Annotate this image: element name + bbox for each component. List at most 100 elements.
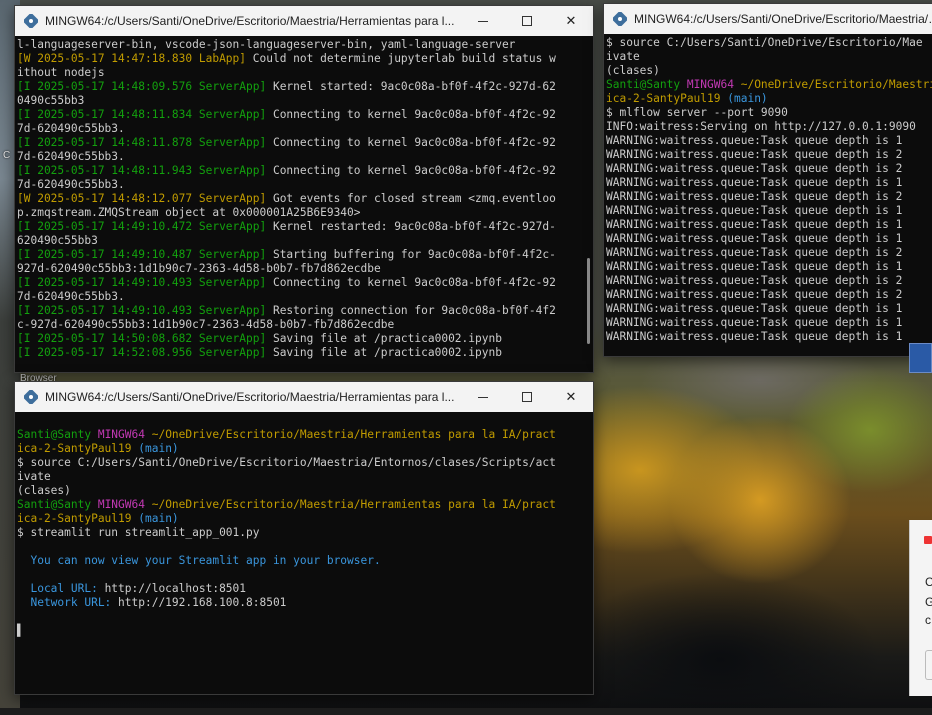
terminal-text-segment: Santi@Santy	[17, 428, 92, 441]
scrollbar[interactable]	[587, 258, 590, 344]
terminal-line: You can now view your Streamlit app in y…	[17, 554, 589, 568]
terminal-text-segment: l-languageserver-bin, vscode-json-langua…	[17, 38, 516, 51]
terminal-text-segment: Kernel started: 9ac0c08a-bf0f-4f2c-927d-…	[266, 80, 556, 93]
minimize-icon[interactable]	[461, 382, 505, 412]
notification-text-1: C	[925, 575, 932, 589]
terminal-line: c-927d-620490c55bb3:1d1b90c7-2363-4d58-b…	[17, 318, 589, 332]
notification-panel-fragment[interactable]: C G c	[909, 520, 932, 696]
notification-button-fragment[interactable]	[925, 650, 932, 680]
terminal-line: [I 2025-05-17 14:48:09.576 ServerApp] Ke…	[17, 80, 589, 94]
terminal-text-segment: Saving file at /practica0002.ipynb	[266, 332, 502, 345]
terminal-text-segment: WARNING:waitress.queue:Task queue depth …	[606, 260, 903, 273]
terminal-text-segment: Restoring connection for 9ac0c08a-bf0f-4…	[266, 304, 556, 317]
terminal-text-segment: (main)	[720, 92, 768, 105]
terminal-text-segment: Local URL:	[17, 582, 98, 595]
terminal-line: ica-2-SantyPaul19 (main)	[17, 512, 589, 526]
terminal-line: 0490c55bb3	[17, 94, 589, 108]
terminal-text-segment: [I 2025-05-17 14:50:08.682 ServerApp]	[17, 332, 267, 345]
terminal-text-segment: c-927d-620490c55bb3:1d1b90c7-2363-4d58-b…	[17, 318, 395, 331]
terminal-window-streamlit[interactable]: MINGW64:/c/Users/Santi/OneDrive/Escritor…	[14, 381, 594, 695]
terminal-text-segment: http://localhost:8501	[97, 582, 247, 595]
terminal-text-segment: WARNING:waitress.queue:Task queue depth …	[606, 218, 903, 231]
terminal-line: WARNING:waitress.queue:Task queue depth …	[606, 190, 932, 204]
terminal-text-segment: Connecting to kernel 9ac0c08a-bf0f-4f2c-…	[266, 136, 556, 149]
terminal-text-segment: Saving file at /practica0002.ipynb	[266, 346, 502, 359]
terminal-window-jupyter[interactable]: MINGW64:/c/Users/Santi/OneDrive/Escritor…	[14, 5, 594, 373]
terminal-line: ivate	[17, 470, 589, 484]
terminal-text-segment: WARNING:waitress.queue:Task queue depth …	[606, 190, 903, 203]
terminal-text-segment: Got events for closed stream <zmq.eventl…	[266, 192, 556, 205]
terminal-line: WARNING:waitress.queue:Task queue depth …	[606, 162, 932, 176]
terminal-text-segment: (main)	[131, 442, 179, 455]
close-icon[interactable]: ✕	[549, 6, 593, 36]
terminal-text-segment: WARNING:waitress.queue:Task queue depth …	[606, 162, 903, 175]
window-titlebar[interactable]: MINGW64:/c/Users/Santi/OneDrive/Escritor…	[15, 382, 593, 412]
terminal-line: [I 2025-05-17 14:49:10.493 ServerApp] Co…	[17, 276, 589, 290]
terminal-text-segment: ~/OneDrive/Escritorio/Maestria/Herramien…	[144, 498, 556, 511]
terminal-text-segment: You can now view your Streamlit app in y…	[17, 554, 381, 567]
terminal-line: Network URL: http://192.168.100.8:8501	[17, 596, 589, 610]
terminal-text-segment: ▌	[17, 624, 24, 637]
terminal-line: [I 2025-05-17 14:49:10.493 ServerApp] Re…	[17, 304, 589, 318]
terminal-text-segment: MINGW64	[91, 428, 145, 441]
terminal-line: 7d-620490c55bb3.	[17, 122, 589, 136]
terminal-line: Local URL: http://localhost:8501	[17, 582, 589, 596]
notification-text-2: G	[925, 595, 932, 609]
terminal-output[interactable]: Santi@Santy MINGW64 ~/OneDrive/Escritori…	[15, 412, 593, 694]
terminal-line: WARNING:waitress.queue:Task queue depth …	[606, 288, 932, 302]
terminal-line: $ source C:/Users/Santi/OneDrive/Escrito…	[17, 456, 589, 470]
git-bash-icon	[612, 11, 628, 27]
terminal-line: (clases)	[17, 484, 589, 498]
terminal-line: p.zmqstream.ZMQStream object at 0x000001…	[17, 206, 589, 220]
terminal-text-segment: [W 2025-05-17 14:47:18.830 LabApp]	[17, 52, 247, 65]
terminal-line: $ streamlit run streamlit_app_001.py	[17, 526, 589, 540]
terminal-line: Santi@Santy MINGW64 ~/OneDrive/Escritori…	[17, 498, 589, 512]
terminal-text-segment: WARNING:waitress.queue:Task queue depth …	[606, 204, 903, 217]
terminal-line: [I 2025-05-17 14:49:10.487 ServerApp] St…	[17, 248, 589, 262]
terminal-text-segment: [I 2025-05-17 14:49:10.493 ServerApp]	[17, 276, 267, 289]
terminal-text-segment: ica-2-SantyPaul19	[606, 92, 721, 105]
minimize-icon[interactable]	[461, 6, 505, 36]
terminal-text-segment: WARNING:waitress.queue:Task queue depth …	[606, 176, 903, 189]
terminal-line: ica-2-SantyPaul19 (main)	[17, 442, 589, 456]
terminal-text-segment: ivate	[17, 470, 51, 483]
terminal-line: ithout nodejs	[17, 66, 589, 80]
close-icon[interactable]: ✕	[549, 382, 593, 412]
window-titlebar[interactable]: MINGW64:/c/Users/Santi/OneDrive/Escritor…	[15, 6, 593, 36]
terminal-text-segment: MINGW64	[91, 498, 145, 511]
terminal-line: ▌	[17, 624, 589, 638]
terminal-line: 7d-620490c55bb3.	[17, 150, 589, 164]
terminal-text-segment: WARNING:waitress.queue:Task queue depth …	[606, 246, 903, 259]
terminal-text-segment: ithout nodejs	[17, 66, 105, 79]
window-titlebar[interactable]: MINGW64:/c/Users/Santi/OneDrive/Escritor…	[604, 4, 932, 34]
side-window-fragment[interactable]	[909, 343, 932, 373]
terminal-text-segment: [I 2025-05-17 14:49:10.472 ServerApp]	[17, 220, 267, 233]
terminal-line: WARNING:waitress.queue:Task queue depth …	[606, 316, 932, 330]
terminal-output[interactable]: l-languageserver-bin, vscode-json-langua…	[15, 36, 593, 372]
terminal-text-segment: WARNING:waitress.queue:Task queue depth …	[606, 232, 903, 245]
terminal-line: (clases)	[606, 64, 932, 78]
terminal-line: [W 2025-05-17 14:47:18.830 LabApp] Could…	[17, 52, 589, 66]
terminal-line: 7d-620490c55bb3.	[17, 290, 589, 304]
taskbar-edge	[0, 708, 932, 715]
terminal-text-segment: $ source C:/Users/Santi/OneDrive/Escrito…	[17, 456, 556, 469]
terminal-text-segment: ~/OneDrive/Escritorio/Maestria/Herramien…	[144, 428, 556, 441]
terminal-output[interactable]: $ source C:/Users/Santi/OneDrive/Escrito…	[604, 34, 932, 356]
terminal-text-segment: [W 2025-05-17 14:48:12.077 ServerApp]	[17, 192, 267, 205]
terminal-text-segment: (clases)	[17, 484, 71, 497]
terminal-text-segment: Connecting to kernel 9ac0c08a-bf0f-4f2c-…	[266, 164, 556, 177]
terminal-text-segment: Santi@Santy	[17, 498, 92, 511]
terminal-line: WARNING:waitress.queue:Task queue depth …	[606, 218, 932, 232]
terminal-line: [I 2025-05-17 14:50:08.682 ServerApp] Sa…	[17, 332, 589, 346]
terminal-text-segment: [I 2025-05-17 14:48:11.834 ServerApp]	[17, 108, 267, 121]
maximize-icon[interactable]	[505, 6, 549, 36]
terminal-text-segment: Santi@Santy	[606, 78, 681, 91]
terminal-window-mlflow[interactable]: MINGW64:/c/Users/Santi/OneDrive/Escritor…	[603, 3, 932, 357]
desktop-icon-label[interactable]: C	[3, 150, 10, 161]
terminal-line: WARNING:waitress.queue:Task queue depth …	[606, 302, 932, 316]
git-bash-icon	[23, 389, 39, 405]
maximize-icon[interactable]	[505, 382, 549, 412]
terminal-line: [I 2025-05-17 14:48:11.943 ServerApp] Co…	[17, 164, 589, 178]
terminal-line: INFO:waitress:Serving on http://127.0.0.…	[606, 120, 932, 134]
